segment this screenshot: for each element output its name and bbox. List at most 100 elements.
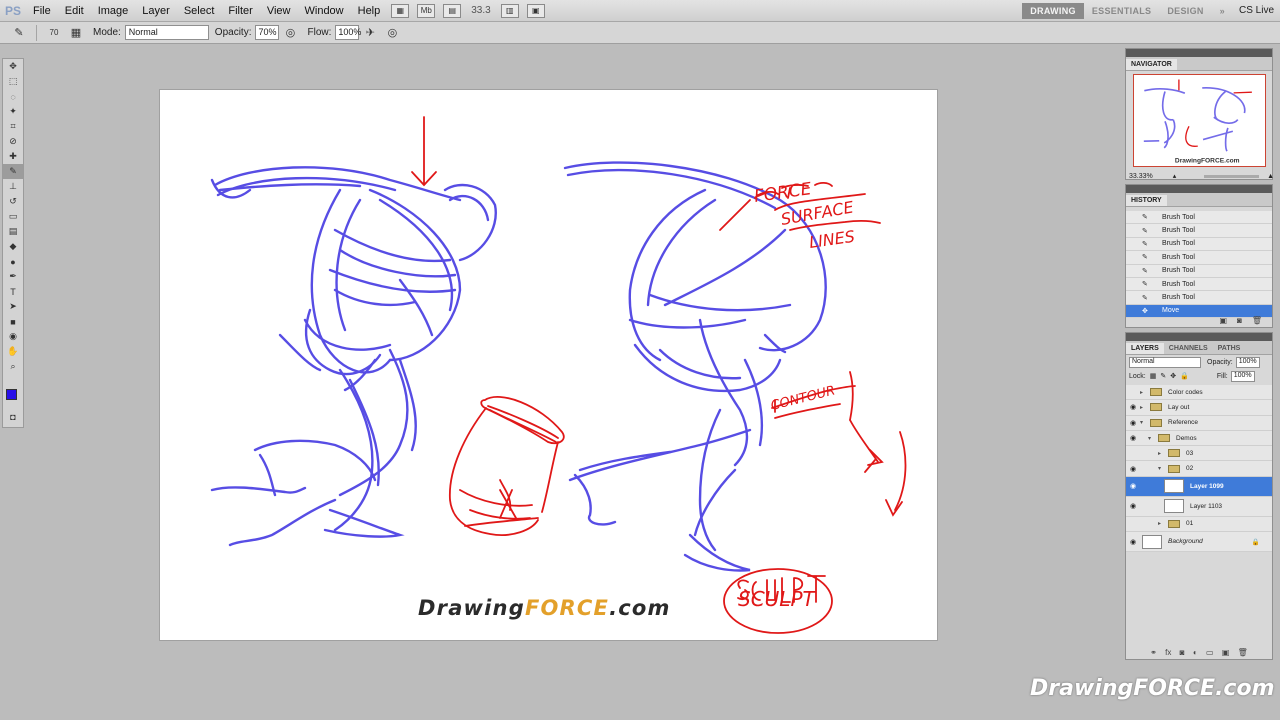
mode-select[interactable]: Normal <box>124 25 209 40</box>
lasso-tool-icon[interactable]: ◌ <box>3 89 23 104</box>
history-item[interactable]: ✎ Brush Tool <box>1126 251 1272 265</box>
clone-stamp-tool-icon[interactable]: ⊥ <box>3 179 23 194</box>
history-item[interactable]: ✎ Brush Tool <box>1126 277 1272 292</box>
eye-icon[interactable]: ◉ <box>1126 419 1140 427</box>
menu-window[interactable]: Window <box>298 5 351 17</box>
layer-row[interactable]: ◉ ▾ Reference <box>1126 415 1272 431</box>
eye-icon[interactable]: ◉ <box>1126 434 1140 442</box>
blur-tool-icon[interactable]: ◆ <box>3 239 23 254</box>
delete-layer-icon[interactable]: 🗑 <box>1238 648 1248 657</box>
layer-row[interactable]: ◉ ▾ 02 <box>1126 461 1272 477</box>
crop-tool-icon[interactable]: ⌗ <box>3 119 23 134</box>
eye-icon[interactable]: ◉ <box>1126 502 1140 510</box>
3d-rotate-tool-icon[interactable]: ◉ <box>3 329 23 344</box>
layer-row-background[interactable]: ◉ Background 🔒 <box>1126 532 1272 553</box>
layer-row[interactable]: ◉ Layer 1103 <box>1126 496 1272 517</box>
zoom-out-icon[interactable]: ▴ <box>1173 172 1177 180</box>
quick-mask-icon[interactable]: ◘ <box>3 409 23 424</box>
navigator-zoom[interactable]: 33.33% <box>1129 173 1153 180</box>
navigator-thumbnail[interactable]: DrawingFORCE.com <box>1133 74 1266 167</box>
healing-tool-icon[interactable]: ✚ <box>3 149 23 164</box>
marquee-tool-icon[interactable]: ⬚ <box>3 74 23 89</box>
flow-input[interactable]: 100% <box>335 25 361 40</box>
zoom-tool-icon[interactable]: ⌕ <box>3 359 23 374</box>
layer-row-active[interactable]: ◉ Layer 1099 <box>1126 476 1272 497</box>
link-layers-icon[interactable]: ⚭ <box>1150 648 1157 657</box>
expand-icon[interactable]: ▸ <box>1158 450 1168 457</box>
history-item[interactable]: ✎ Brush Tool <box>1126 291 1272 305</box>
cs-live-button[interactable]: CS Live <box>1233 5 1280 16</box>
menu-view[interactable]: View <box>260 5 298 17</box>
history-item[interactable]: ✎ Brush Tool <box>1126 211 1272 225</box>
layer-row[interactable]: ▸ 03 <box>1126 446 1272 462</box>
arrange-documents-icon[interactable]: ▥ <box>500 3 519 18</box>
pen-tool-icon[interactable]: ✒ <box>3 269 23 284</box>
menu-image[interactable]: Image <box>91 5 136 17</box>
fill-input[interactable]: 100% <box>1230 370 1255 382</box>
eye-icon[interactable]: ◉ <box>1126 482 1140 490</box>
path-select-tool-icon[interactable]: ➤ <box>3 299 23 314</box>
brush-panel-icon[interactable]: ▦ <box>67 25 85 41</box>
zoom-level[interactable]: 33.3 <box>471 5 490 16</box>
eye-icon[interactable]: ◉ <box>1126 465 1140 473</box>
trash-icon[interactable]: 🗑 <box>1252 316 1262 325</box>
tab-navigator[interactable]: NAVIGATOR <box>1126 59 1177 70</box>
shape-tool-icon[interactable]: ■ <box>3 314 23 329</box>
expand-icon[interactable]: ▸ <box>1140 389 1150 396</box>
menu-file[interactable]: File <box>26 5 58 17</box>
view-extras-icon[interactable]: ▤ <box>443 3 462 18</box>
workspace-essentials[interactable]: ESSENTIALS <box>1084 3 1160 19</box>
workspace-drawing[interactable]: DRAWING <box>1022 2 1084 19</box>
workspace-design[interactable]: DESIGN <box>1159 3 1211 19</box>
layer-style-icon[interactable]: fx <box>1165 648 1171 657</box>
expand-icon[interactable]: ▸ <box>1140 404 1150 411</box>
screen-mode-icon[interactable]: ▣ <box>526 3 545 18</box>
quick-select-tool-icon[interactable]: ✦ <box>3 104 23 119</box>
history-item[interactable]: ✎ Brush Tool <box>1126 264 1272 278</box>
foreground-color-swatch[interactable] <box>6 389 17 400</box>
eraser-tool-icon[interactable]: ▭ <box>3 209 23 224</box>
tab-layers[interactable]: LAYERS <box>1126 343 1164 354</box>
menu-edit[interactable]: Edit <box>58 5 91 17</box>
bridge-icon[interactable]: ▦ <box>391 3 410 18</box>
lock-all-icon[interactable]: 🔒 <box>1180 372 1189 380</box>
lock-pixels-icon[interactable]: ✎ <box>1160 372 1166 380</box>
history-item[interactable]: ✎ Brush Tool <box>1126 224 1272 238</box>
layer-mask-icon[interactable]: ◙ <box>1180 648 1185 657</box>
new-document-icon[interactable]: ▣ <box>1219 316 1227 325</box>
lock-transparency-icon[interactable]: ▦ <box>1150 372 1157 380</box>
layer-row[interactable]: ◉ ▾ Demos <box>1126 430 1272 447</box>
pressure-size-icon[interactable]: ◎ <box>383 25 401 41</box>
layer-row[interactable]: ▸ 01 <box>1126 516 1272 533</box>
history-brush-tool-icon[interactable]: ↺ <box>3 194 23 209</box>
brush-size-picker[interactable]: 70 <box>45 25 63 41</box>
new-group-icon[interactable]: ▭ <box>1206 648 1214 657</box>
zoom-in-icon[interactable]: ▲ <box>1267 173 1274 180</box>
dodge-tool-icon[interactable]: ● <box>3 254 23 269</box>
eye-icon[interactable]: ◉ <box>1126 403 1140 411</box>
lock-position-icon[interactable]: ✥ <box>1170 372 1176 380</box>
expand-icon[interactable]: ▸ <box>1158 520 1168 527</box>
move-tool-icon[interactable]: ✥ <box>3 59 23 74</box>
collapse-icon[interactable]: ▾ <box>1148 435 1158 442</box>
menu-help[interactable]: Help <box>351 5 388 17</box>
tab-history[interactable]: HISTORY <box>1126 195 1167 206</box>
collapse-icon[interactable]: ▾ <box>1158 465 1168 472</box>
workspace-more-icon[interactable]: » <box>1212 3 1233 19</box>
layer-row[interactable]: ▸ Color codes <box>1126 385 1272 401</box>
menu-filter[interactable]: Filter <box>221 5 259 17</box>
brush-preset-icon[interactable]: ✎ <box>10 25 28 41</box>
layer-row[interactable]: ◉ ▸ Lay out <box>1126 400 1272 416</box>
gradient-tool-icon[interactable]: ▤ <box>3 224 23 239</box>
new-layer-icon[interactable]: ▣ <box>1222 648 1230 657</box>
pressure-opacity-icon[interactable]: ◎ <box>281 25 299 41</box>
opacity-input[interactable]: 70% <box>255 25 280 40</box>
type-tool-icon[interactable]: T <box>3 284 23 299</box>
tab-paths[interactable]: PATHS <box>1213 343 1246 354</box>
menu-select[interactable]: Select <box>177 5 222 17</box>
adjustment-layer-icon[interactable]: ◐ <box>1193 648 1198 657</box>
blend-mode-select[interactable]: Normal <box>1129 356 1201 368</box>
document-canvas[interactable]: FORCE SURFACE LINES CONTOUR SCULPT Drawi… <box>160 90 937 640</box>
snapshot-icon[interactable]: ◙ <box>1237 316 1242 325</box>
collapse-icon[interactable]: ▾ <box>1140 419 1150 426</box>
